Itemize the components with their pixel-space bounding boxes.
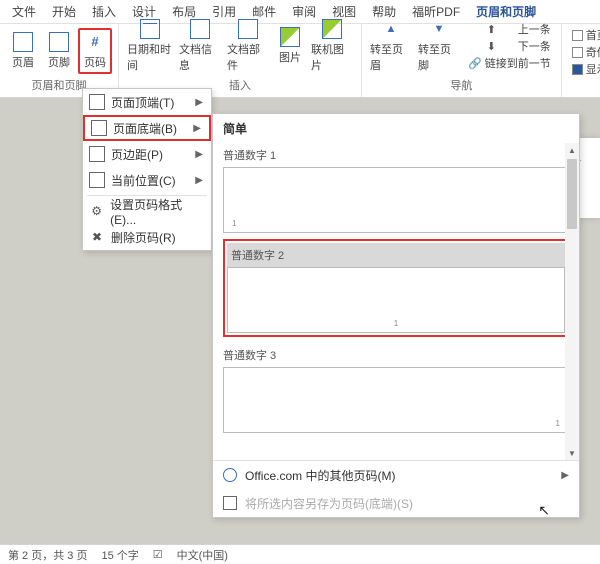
ribbon-group-options: 首页不 奇偶页 显示文 — [562, 24, 600, 97]
quickparts-button[interactable]: 文档部件 — [225, 17, 271, 75]
scroll-track[interactable] — [565, 231, 579, 446]
footer-button[interactable]: 页脚 — [42, 30, 76, 72]
next-icon: ⬇ — [468, 40, 515, 53]
gallery-option-2[interactable]: 普通数字 2 1 — [223, 239, 569, 337]
scroll-up-icon[interactable]: ▲ — [565, 143, 579, 157]
ribbon: 页眉 页脚 # 页码 页眉和页脚 日期和时间 文档信息 — [0, 24, 600, 98]
chevron-right-icon: ▶ — [195, 149, 203, 160]
status-words[interactable]: 15 个字 — [101, 547, 138, 563]
scroll-thumb[interactable] — [567, 159, 577, 229]
ribbon-group-nav: ▲ 转至页眉 ▼ 转至页脚 ⬆上一条 ⬇下一条 🔗链接到前一节 导航 — [362, 24, 562, 97]
group-label-insert: 插入 — [229, 75, 251, 95]
nav-mini: ⬆上一条 ⬇下一条 🔗链接到前一节 — [464, 19, 555, 73]
gear-icon: ⚙ — [89, 203, 104, 219]
group-label-nav: 导航 — [450, 75, 472, 95]
gallery-more-office[interactable]: Office.com 中的其他页码(M)▶ — [213, 461, 579, 489]
online-pictures-button[interactable]: 联机图片 — [309, 17, 355, 75]
chevron-right-icon: ▶ — [195, 97, 203, 108]
page-number-menu: 页面顶端(T)▶ 页面底端(B)▶ 页边距(P)▶ 当前位置(C)▶ ⚙ 设置页… — [82, 88, 212, 251]
next-section[interactable]: ⬇下一条 — [468, 38, 551, 54]
status-proofing-icon[interactable]: ☑ — [153, 548, 163, 561]
remove-icon: ✖ — [89, 229, 105, 245]
ribbon-group-insert: 日期和时间 文档信息 文档部件 图片 联机图片 插入 — [119, 24, 362, 97]
menu-page-bottom[interactable]: 页面底端(B)▶ — [83, 115, 211, 141]
docinfo-icon — [190, 19, 210, 39]
up-arrow-icon: ▲ — [381, 19, 401, 39]
gallery-heading: 简单 — [213, 114, 579, 143]
checkbox-checked-icon — [572, 64, 583, 75]
status-lang[interactable]: 中文(中国) — [177, 547, 228, 563]
page-top-icon — [89, 94, 105, 110]
preview-number: 1 — [556, 419, 560, 428]
gallery-option-3[interactable]: 普通数字 3 1 — [223, 343, 569, 433]
checkbox-icon — [572, 47, 583, 58]
menu-format-page[interactable]: ⚙ 设置页码格式(E)... — [83, 198, 211, 224]
menu-insert[interactable]: 插入 — [84, 3, 124, 20]
preview-number: 1 — [232, 219, 236, 228]
ribbon-group-headerfooter: 页眉 页脚 # 页码 页眉和页脚 — [0, 24, 119, 97]
goto-footer-button[interactable]: ▼ 转至页脚 — [416, 17, 462, 75]
pictures-button[interactable]: 图片 — [273, 25, 307, 67]
status-bar: 第 2 页，共 3 页 15 个字 ☑ 中文(中国) — [0, 544, 600, 564]
globe-icon — [223, 468, 237, 482]
status-page[interactable]: 第 2 页，共 3 页 — [8, 547, 87, 563]
calendar-icon — [140, 19, 160, 39]
page-margins-icon — [89, 146, 105, 162]
down-arrow-icon: ▼ — [429, 19, 449, 39]
hash-icon: # — [85, 32, 105, 52]
opt-showdoc[interactable]: 显示文 — [572, 61, 600, 77]
page-number-button[interactable]: # 页码 — [78, 28, 112, 74]
page-current-icon — [89, 172, 105, 188]
preview-number: 1 — [394, 319, 398, 328]
menu-current-pos[interactable]: 当前位置(C)▶ — [83, 167, 211, 193]
gallery-option-1[interactable]: 普通数字 1 1 — [223, 143, 569, 233]
opt-oddeven[interactable]: 奇偶页 — [572, 44, 600, 60]
link-prev[interactable]: 🔗链接到前一节 — [468, 55, 551, 71]
quickparts-icon — [238, 19, 258, 39]
chevron-right-icon: ▶ — [561, 470, 569, 481]
link-icon: 🔗 — [468, 57, 482, 70]
menu-file[interactable]: 文件 — [4, 3, 44, 20]
chevron-right-icon: ▶ — [195, 175, 203, 186]
scroll-down-icon[interactable]: ▼ — [565, 446, 579, 460]
cursor-icon: ↖ — [538, 502, 550, 519]
page-bottom-icon — [91, 120, 107, 136]
header-icon — [13, 32, 33, 52]
gallery-save-selection: 将所选内容另存为页码(底端)(S) — [213, 489, 579, 517]
docinfo-button[interactable]: 文档信息 — [177, 17, 223, 75]
opt-firstpage[interactable]: 首页不 — [572, 27, 600, 43]
header-button[interactable]: 页眉 — [6, 30, 40, 72]
chevron-right-icon: ▶ — [193, 123, 201, 134]
prev-icon: ⬆ — [468, 23, 515, 36]
picture-icon — [280, 27, 300, 47]
datetime-button[interactable]: 日期和时间 — [125, 17, 175, 75]
menu-page-top[interactable]: 页面顶端(T)▶ — [83, 89, 211, 115]
goto-header-button[interactable]: ▲ 转至页眉 — [368, 17, 414, 75]
online-picture-icon — [322, 19, 342, 39]
menu-remove-page[interactable]: ✖ 删除页码(R) — [83, 224, 211, 250]
page-number-gallery: 简单 普通数字 1 1 普通数字 2 1 普通数字 3 1 ▲ ▼ Office… — [212, 113, 580, 518]
footer-icon — [49, 32, 69, 52]
menu-home[interactable]: 开始 — [44, 3, 84, 20]
gallery-scrollbar[interactable]: ▲ ▼ — [565, 143, 579, 460]
prev-section[interactable]: ⬆上一条 — [468, 21, 551, 37]
menu-page-margins[interactable]: 页边距(P)▶ — [83, 141, 211, 167]
save-icon — [223, 496, 237, 510]
checkbox-icon — [572, 30, 583, 41]
group-label-hf: 页眉和页脚 — [32, 75, 87, 95]
